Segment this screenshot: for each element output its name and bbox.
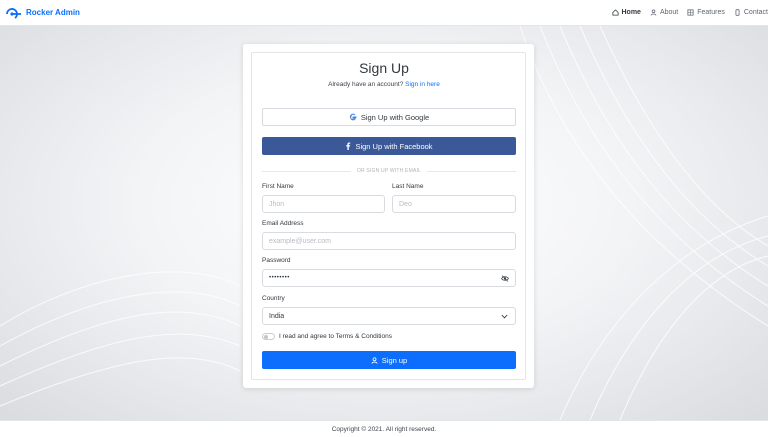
email-field[interactable]: example@user.com bbox=[262, 232, 516, 250]
home-icon bbox=[611, 9, 619, 16]
facebook-signup-button[interactable]: Sign Up with Facebook bbox=[262, 137, 516, 155]
nav-item-label: Features bbox=[697, 9, 725, 16]
google-icon bbox=[349, 113, 357, 121]
google-button-label: Sign Up with Google bbox=[360, 112, 430, 122]
country-select[interactable]: India bbox=[262, 307, 516, 325]
signin-prompt-text: Already have an account? bbox=[328, 81, 404, 88]
first-name-field[interactable]: Jhon bbox=[262, 195, 385, 213]
toggle-knob bbox=[264, 335, 268, 339]
nav-item-label: Home bbox=[621, 9, 641, 16]
nav-item-label: Contact bbox=[743, 9, 768, 16]
user-icon bbox=[371, 356, 378, 364]
page-title: Sign Up bbox=[359, 60, 409, 76]
country-value: India bbox=[269, 312, 285, 320]
grid-icon bbox=[687, 9, 694, 16]
country-label: Country bbox=[262, 295, 285, 302]
divider-line bbox=[262, 170, 351, 172]
nav-item-home[interactable]: Home bbox=[611, 9, 641, 16]
facebook-button-label: Sign Up with Facebook bbox=[355, 141, 433, 151]
copyright-text: Copyright © 2021. All right reserved. bbox=[331, 425, 437, 433]
signin-prompt: Already have an account? Sign in here bbox=[0, 81, 768, 88]
signin-link[interactable]: Sign in here bbox=[405, 81, 440, 88]
brand-name: Rocker Admin bbox=[26, 8, 80, 17]
nav-item-label: About bbox=[659, 9, 679, 16]
password-label: Password bbox=[262, 257, 291, 264]
last-name-placeholder: Deo bbox=[399, 200, 412, 208]
eye-slash-icon[interactable] bbox=[501, 275, 509, 282]
nav-item-features[interactable]: Features bbox=[687, 9, 725, 16]
terms-label: I read and agree to Terms & Conditions bbox=[279, 333, 392, 340]
email-placeholder: example@user.com bbox=[269, 237, 331, 245]
password-value: •••••••• bbox=[269, 275, 290, 281]
last-name-label: Last Name bbox=[392, 183, 424, 190]
signup-button[interactable]: Sign up bbox=[262, 351, 516, 369]
google-signup-button[interactable]: Sign Up with Google bbox=[262, 108, 516, 126]
rocker-logo-icon bbox=[6, 7, 22, 19]
first-name-label: First Name bbox=[262, 183, 294, 190]
nav-item-about[interactable]: About bbox=[650, 9, 678, 16]
phone-icon bbox=[735, 9, 740, 16]
first-name-placeholder: Jhon bbox=[269, 200, 285, 208]
user-icon bbox=[650, 9, 657, 16]
top-navbar: Rocker Admin Home About Features Contact bbox=[0, 0, 768, 26]
password-field[interactable]: •••••••• bbox=[262, 269, 516, 287]
card-border bbox=[251, 52, 526, 380]
email-label: Email Address bbox=[262, 220, 304, 227]
divider-text: OR SIGN UP WITH EMAIL bbox=[356, 168, 422, 174]
chevron-down-icon bbox=[501, 314, 508, 319]
terms-toggle[interactable] bbox=[262, 333, 275, 340]
footer: Copyright © 2021. All right reserved. bbox=[0, 420, 768, 437]
nav-item-contact[interactable]: Contact bbox=[734, 9, 768, 16]
main-nav: Home About Features Contact bbox=[611, 9, 768, 16]
email-divider: OR SIGN UP WITH EMAIL bbox=[262, 167, 516, 175]
last-name-field[interactable]: Deo bbox=[392, 195, 516, 213]
brand[interactable]: Rocker Admin bbox=[6, 7, 80, 19]
signup-button-label: Sign up bbox=[381, 355, 408, 365]
divider-line bbox=[427, 170, 516, 172]
facebook-icon bbox=[346, 142, 351, 150]
